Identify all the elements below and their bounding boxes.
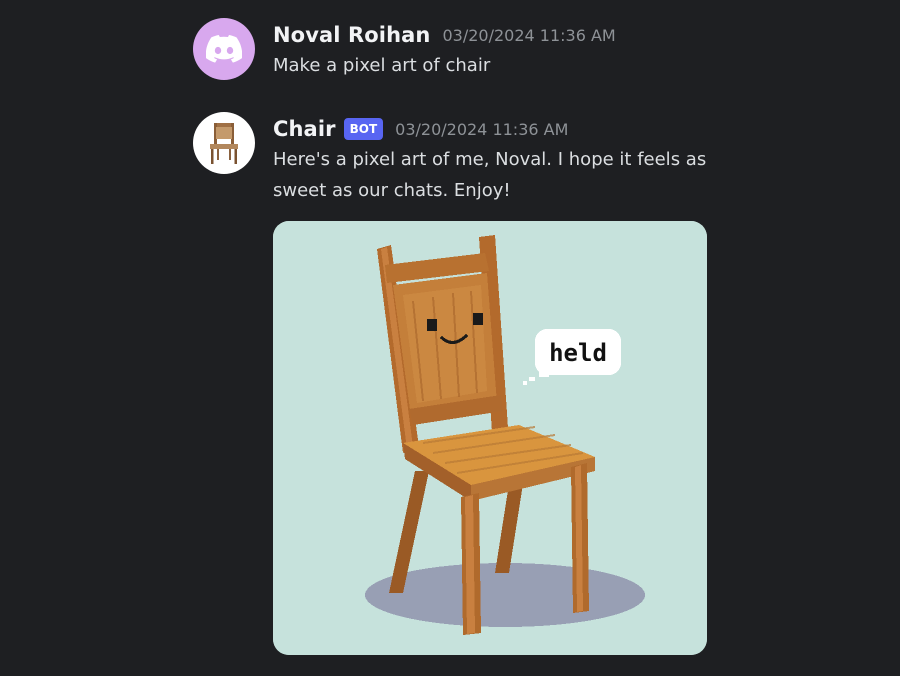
pixel-chair-image: held xyxy=(273,221,707,655)
author-name[interactable]: Chair xyxy=(273,117,336,141)
message-timestamp: 03/20/2024 11:36 AM xyxy=(442,25,616,45)
message-text: Make a pixel art of chair xyxy=(273,55,491,76)
bot-avatar[interactable] xyxy=(193,112,255,174)
message-body: Chair BOT 03/20/2024 11:36 AM Here's a p… xyxy=(273,114,873,206)
speech-bubble-text: held xyxy=(549,339,607,367)
message-header: Noval Roihan 03/20/2024 11:36 AM xyxy=(273,20,873,50)
message-timestamp: 03/20/2024 11:36 AM xyxy=(395,119,569,139)
message-body: Noval Roihan 03/20/2024 11:36 AM Make a … xyxy=(273,20,873,81)
image-attachment[interactable]: held xyxy=(273,221,707,655)
chair-icon xyxy=(210,123,238,164)
bot-badge: BOT xyxy=(343,118,384,140)
message-header: Chair BOT 03/20/2024 11:36 AM xyxy=(273,114,873,144)
message-text: Here's a pixel art of me, Noval. I hope … xyxy=(273,149,707,201)
discord-logo-icon xyxy=(206,35,242,63)
user-avatar[interactable] xyxy=(193,18,255,80)
author-name[interactable]: Noval Roihan xyxy=(273,23,430,47)
